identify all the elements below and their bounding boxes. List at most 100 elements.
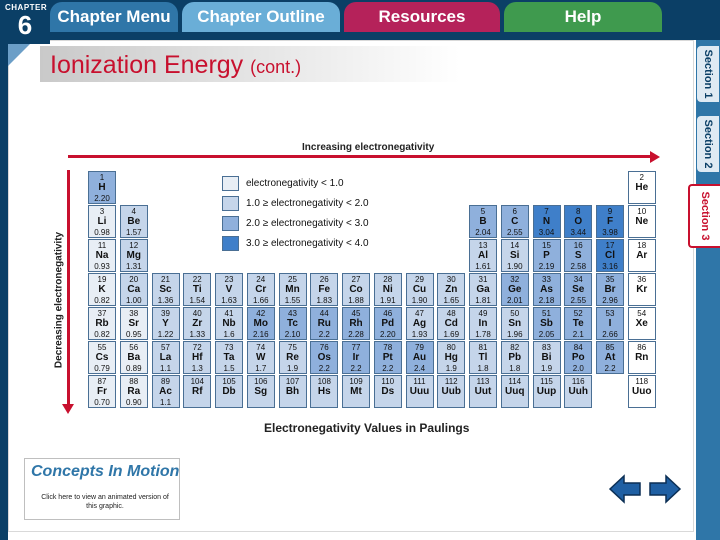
element-cell-db: 105 Db bbox=[215, 375, 243, 408]
electronegativity-value: 1.8 bbox=[509, 364, 521, 373]
element-symbol: Fr bbox=[97, 386, 107, 397]
atomic-number: 46 bbox=[383, 309, 393, 318]
atomic-number: 35 bbox=[605, 275, 615, 284]
tab-chapter-outline[interactable]: Chapter Outline bbox=[182, 2, 340, 32]
element-symbol: Cu bbox=[412, 284, 427, 295]
element-symbol: Si bbox=[510, 250, 520, 261]
element-cell-uuu: 111 Uuu bbox=[405, 375, 434, 408]
tab-section-1[interactable]: Section 1 bbox=[697, 46, 719, 102]
element-cell-na: 11 Na 0.93 bbox=[88, 239, 116, 272]
atomic-number: 85 bbox=[605, 343, 615, 352]
element-cell-mt: 109 Mt bbox=[342, 375, 370, 408]
element-symbol: Ta bbox=[223, 352, 235, 363]
element-cell-cu: 29 Cu 1.90 bbox=[405, 273, 434, 306]
page-title: Ionization Energy (cont.) bbox=[50, 51, 301, 80]
element-symbol: In bbox=[478, 318, 488, 329]
electronegativity-value: 0.95 bbox=[125, 330, 142, 339]
electronegativity-value: 2.01 bbox=[506, 296, 523, 305]
left-arrow-icon bbox=[608, 474, 641, 504]
element-symbol: Uuu bbox=[409, 386, 430, 397]
down-arrowhead-icon bbox=[62, 404, 74, 414]
atomic-number: 31 bbox=[478, 275, 488, 284]
electronegativity-value: 3.44 bbox=[570, 228, 587, 237]
electronegativity-value: 1.5 bbox=[223, 364, 235, 373]
section-rail bbox=[696, 40, 720, 540]
section-1-label: Section 1 bbox=[702, 49, 714, 99]
atomic-number: 83 bbox=[542, 343, 551, 352]
element-cell-f: 9 F 3.98 bbox=[596, 205, 624, 238]
element-symbol: Na bbox=[95, 250, 109, 261]
element-symbol: Sg bbox=[254, 386, 268, 397]
element-symbol: Ac bbox=[159, 386, 172, 397]
electronegativity-value: 0.82 bbox=[94, 330, 110, 339]
electronegativity-value: 2.1 bbox=[572, 330, 584, 339]
atomic-number: 20 bbox=[129, 275, 139, 284]
atomic-number: 42 bbox=[256, 309, 266, 318]
element-cell-se: 34 Se 2.55 bbox=[564, 273, 593, 306]
legend-swatch bbox=[222, 176, 239, 191]
electronegativity-value: 1.81 bbox=[475, 296, 491, 305]
tab-section-3[interactable]: Section 3 bbox=[688, 184, 720, 248]
element-cell-sr: 38 Sr 0.95 bbox=[119, 307, 148, 340]
electronegativity-value: 2.96 bbox=[602, 296, 618, 305]
element-cell-hg: 80 Hg 1.9 bbox=[437, 341, 466, 374]
element-cell-sc: 21 Sc 1.36 bbox=[151, 273, 180, 306]
element-cell-cr: 24 Cr 1.66 bbox=[246, 273, 275, 306]
element-cell-w: 74 W 1.7 bbox=[246, 341, 275, 374]
element-symbol: Ra bbox=[127, 386, 141, 397]
element-cell-au: 79 Au 2.4 bbox=[405, 341, 434, 374]
tab-chapter-menu[interactable]: Chapter Menu bbox=[50, 2, 178, 32]
atomic-number: 50 bbox=[510, 309, 520, 318]
tab-resources[interactable]: Resources bbox=[344, 2, 500, 32]
electronegativity-value: 2.2 bbox=[350, 364, 362, 373]
element-symbol: Sr bbox=[128, 318, 140, 329]
element-cell-ra: 88 Ra 0.90 bbox=[119, 375, 148, 408]
legend-swatch bbox=[222, 236, 239, 251]
element-cell-ca: 20 Ca 1.00 bbox=[119, 273, 148, 306]
element-cell-p: 15 P 2.19 bbox=[532, 239, 561, 272]
chapter-badge[interactable]: CHAPTER 6 bbox=[0, 0, 50, 44]
element-symbol: Ds bbox=[381, 386, 395, 397]
element-cell-sn: 50 Sn 1.96 bbox=[500, 307, 529, 340]
atomic-number: 48 bbox=[446, 309, 456, 318]
concepts-in-motion-caption: Click here to view an animated version o… bbox=[41, 494, 169, 510]
element-symbol: Pt bbox=[382, 352, 393, 363]
element-cell-hf: 72 Hf 1.3 bbox=[183, 341, 212, 374]
element-symbol: Ru bbox=[317, 318, 331, 329]
increasing-electronegativity-label: Increasing electronegativity bbox=[302, 142, 435, 153]
atomic-number: 8 bbox=[576, 207, 581, 216]
element-cell-ac: 89 Ac 1.1 bbox=[151, 375, 180, 408]
concepts-in-motion-button[interactable]: Concepts In Motion Click here to view an… bbox=[24, 458, 180, 520]
tab-help[interactable]: Help bbox=[504, 2, 662, 32]
next-button[interactable] bbox=[648, 472, 682, 506]
element-cell-bi: 83 Bi 1.9 bbox=[532, 341, 561, 374]
legend-swatch bbox=[222, 216, 239, 231]
element-cell-uut: 113 Uut bbox=[469, 375, 497, 408]
element-cell-pt: 78 Pt 2.2 bbox=[373, 341, 402, 374]
atomic-number: 81 bbox=[478, 343, 488, 352]
element-symbol: As bbox=[540, 284, 553, 295]
atomic-number: 7 bbox=[544, 207, 549, 216]
atomic-number: 105 bbox=[222, 377, 236, 386]
element-symbol: Cs bbox=[95, 352, 109, 363]
atomic-number: 88 bbox=[129, 377, 139, 386]
element-symbol: N bbox=[542, 216, 551, 227]
element-cell-cl: 17 Cl 3.16 bbox=[596, 239, 624, 272]
atomic-number: 55 bbox=[97, 343, 107, 352]
electronegativity-value: 1.55 bbox=[284, 296, 301, 305]
atomic-number: 79 bbox=[415, 343, 424, 352]
electronegativity-value: 1.91 bbox=[379, 296, 396, 305]
element-symbol: Uuh bbox=[568, 386, 588, 397]
electronegativity-value: 1.9 bbox=[286, 364, 299, 373]
atomic-number: 15 bbox=[542, 241, 551, 250]
element-symbol: Pb bbox=[508, 352, 522, 363]
element-cell-in: 49 In 1.78 bbox=[469, 307, 497, 340]
element-cell-ga: 31 Ga 1.81 bbox=[469, 273, 497, 306]
tab-section-2[interactable]: Section 2 bbox=[697, 116, 719, 172]
previous-button[interactable] bbox=[608, 472, 642, 506]
element-symbol: Be bbox=[127, 216, 141, 227]
electronegativity-value: 1.7 bbox=[255, 364, 267, 373]
element-symbol: At bbox=[604, 352, 616, 363]
atomic-number: 28 bbox=[383, 275, 393, 284]
element-cell-la: 57 La 1.1 bbox=[151, 341, 180, 374]
